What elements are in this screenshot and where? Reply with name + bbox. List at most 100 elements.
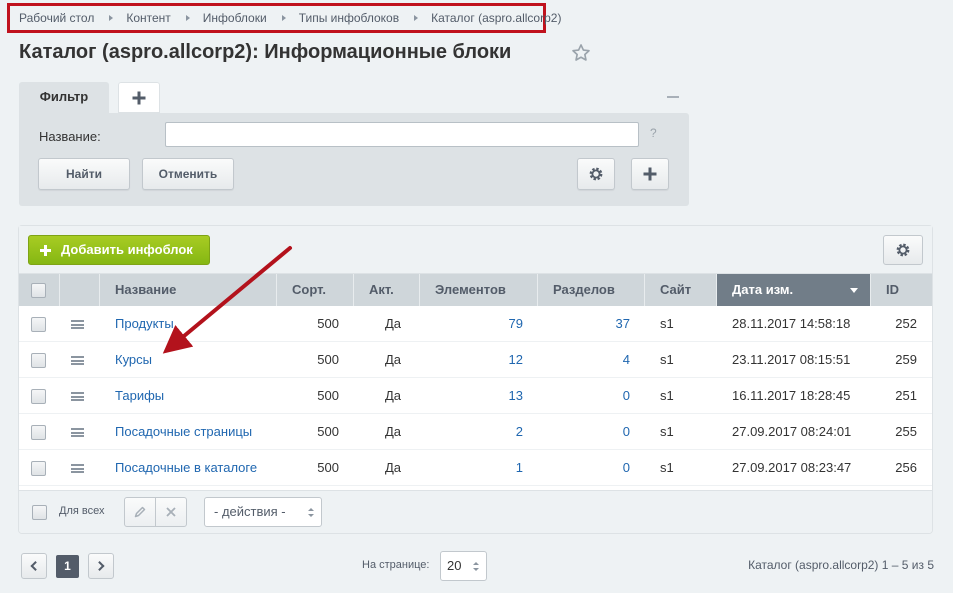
iblock-name-link[interactable]: Посадочные в каталоге bbox=[100, 450, 277, 486]
previous-page-button[interactable] bbox=[21, 553, 47, 579]
elements-count-link[interactable]: 12 bbox=[420, 342, 538, 378]
menu-icon[interactable] bbox=[71, 356, 84, 366]
sections-count-link[interactable]: 37 bbox=[538, 306, 645, 342]
menu-icon[interactable] bbox=[71, 464, 84, 474]
edit-button[interactable] bbox=[124, 497, 156, 527]
star-icon[interactable] bbox=[570, 42, 592, 64]
next-page-button[interactable] bbox=[88, 553, 114, 579]
column-header-id[interactable]: ID bbox=[871, 274, 932, 306]
table-row[interactable]: Продукты 500 Да 79 37 s1 28.11.2017 14:58:18 25… bbox=[19, 306, 932, 342]
table-row[interactable]: Курсы 500 Да 12 4 s1 23.11.2017 08:15:51 259 bbox=[19, 342, 932, 378]
column-header-site[interactable]: Сайт bbox=[645, 274, 717, 306]
per-page-select[interactable]: 20 bbox=[440, 551, 487, 581]
id-cell: 259 bbox=[895, 352, 917, 367]
menu-icon[interactable] bbox=[71, 392, 84, 402]
for-all-checkbox[interactable] bbox=[32, 505, 47, 520]
column-header-name[interactable]: Название bbox=[100, 274, 277, 306]
site-cell: s1 bbox=[660, 388, 674, 403]
row-select-cell bbox=[19, 306, 60, 342]
sort-cell: 500 bbox=[317, 388, 339, 403]
date-cell: 16.11.2017 18:28:45 bbox=[732, 388, 851, 403]
cancel-button[interactable]: Отменить bbox=[142, 158, 234, 190]
date-cell: 23.11.2017 08:15:51 bbox=[732, 352, 851, 367]
table-row[interactable]: Тарифы 500 Да 13 0 s1 16.11.2017 18:28:45 251 bbox=[19, 378, 932, 414]
filter-add-tab[interactable] bbox=[118, 82, 160, 113]
plus-icon bbox=[643, 167, 657, 181]
elements-count-link[interactable]: 2 bbox=[420, 414, 538, 450]
site-cell: s1 bbox=[660, 316, 674, 331]
select-all-checkbox[interactable] bbox=[31, 283, 46, 299]
filter-tab[interactable]: Фильтр bbox=[19, 82, 109, 113]
breadcrumb-item-catalog[interactable]: Каталог (aspro.allcorp2) bbox=[431, 11, 561, 25]
breadcrumb-separator-icon bbox=[281, 15, 286, 21]
row-checkbox[interactable] bbox=[31, 389, 46, 405]
row-menu-cell bbox=[60, 306, 100, 342]
page-title: Каталог (aspro.allcorp2): Информационные… bbox=[19, 41, 512, 63]
column-header-date[interactable]: Дата изм. bbox=[717, 274, 871, 306]
breadcrumb-item-iblocks[interactable]: Инфоблоки bbox=[203, 11, 267, 25]
sections-count-link[interactable]: 0 bbox=[538, 414, 645, 450]
menu-icon[interactable] bbox=[71, 428, 84, 438]
plus-icon bbox=[40, 245, 51, 256]
breadcrumb: Рабочий стол Контент Инфоблоки Типы инфо… bbox=[7, 3, 561, 33]
id-cell: 251 bbox=[895, 388, 917, 403]
filter-add-field-button[interactable] bbox=[631, 158, 669, 190]
grid-settings-button[interactable] bbox=[883, 235, 923, 265]
iblock-name-link[interactable]: Продукты bbox=[100, 306, 277, 342]
header-actions-cell bbox=[60, 274, 100, 306]
plus-icon bbox=[132, 91, 146, 104]
gear-icon bbox=[589, 167, 603, 181]
table-row[interactable]: Посадочные страницы 500 Да 2 0 s1 27.09.2017 0… bbox=[19, 414, 932, 450]
current-page[interactable]: 1 bbox=[56, 555, 79, 578]
pagination-summary: Каталог (aspro.allcorp2) 1 – 5 из 5 bbox=[748, 558, 934, 572]
breadcrumb-item-desktop[interactable]: Рабочий стол bbox=[19, 11, 94, 25]
sections-count-link[interactable]: 0 bbox=[538, 378, 645, 414]
menu-icon[interactable] bbox=[71, 320, 84, 330]
iblock-name-link[interactable]: Курсы bbox=[100, 342, 277, 378]
column-header-sort[interactable]: Сорт. bbox=[277, 274, 354, 306]
date-cell: 28.11.2017 14:58:18 bbox=[732, 316, 851, 331]
iblock-name-link[interactable]: Тарифы bbox=[100, 378, 277, 414]
pencil-icon bbox=[134, 506, 146, 518]
column-header-active[interactable]: Акт. bbox=[354, 274, 420, 306]
chevron-right-icon bbox=[94, 561, 105, 571]
iblock-name-link[interactable]: Посадочные страницы bbox=[100, 414, 277, 450]
sort-cell: 500 bbox=[317, 424, 339, 439]
find-button[interactable]: Найти bbox=[38, 158, 130, 190]
filter-settings-button[interactable] bbox=[577, 158, 615, 190]
sort-cell: 500 bbox=[317, 316, 339, 331]
column-header-elements[interactable]: Элементов bbox=[420, 274, 538, 306]
sort-cell: 500 bbox=[317, 460, 339, 475]
breadcrumb-item-iblock-types[interactable]: Типы инфоблоков bbox=[299, 11, 399, 25]
grid-toolbar: Добавить инфоблок bbox=[19, 226, 932, 274]
iblock-grid: Добавить инфоблок Название Сорт. Акт. Эл… bbox=[19, 226, 932, 533]
for-all-label: Для всех bbox=[59, 505, 105, 517]
delete-button[interactable] bbox=[155, 497, 187, 527]
select-arrows-icon bbox=[473, 562, 479, 571]
active-cell: Да bbox=[385, 352, 402, 367]
row-checkbox[interactable] bbox=[31, 461, 46, 477]
grid-footer: Для всех - действия - bbox=[19, 490, 932, 533]
sort-desc-icon bbox=[850, 288, 858, 293]
breadcrumb-item-content[interactable]: Контент bbox=[126, 11, 170, 25]
elements-count-link[interactable]: 1 bbox=[420, 450, 538, 486]
elements-count-link[interactable]: 79 bbox=[420, 306, 538, 342]
sections-count-link[interactable]: 4 bbox=[538, 342, 645, 378]
table-row[interactable]: Посадочные в каталоге 500 Да 1 0 s1 27.09.2017… bbox=[19, 450, 932, 486]
name-filter-input[interactable] bbox=[165, 122, 639, 147]
sections-count-link[interactable]: 0 bbox=[538, 450, 645, 486]
row-checkbox[interactable] bbox=[31, 353, 46, 369]
minimize-icon[interactable] bbox=[667, 96, 679, 98]
name-filter-label: Название: bbox=[39, 129, 101, 144]
actions-select[interactable]: - действия - bbox=[204, 497, 322, 527]
row-checkbox[interactable] bbox=[31, 425, 46, 441]
add-iblock-button[interactable]: Добавить инфоблок bbox=[28, 235, 210, 265]
per-page-label: На странице: bbox=[362, 559, 430, 571]
select-all-cell bbox=[19, 274, 60, 306]
column-header-sections[interactable]: Разделов bbox=[538, 274, 645, 306]
help-icon[interactable]: ? bbox=[650, 126, 657, 140]
row-checkbox[interactable] bbox=[31, 317, 46, 333]
add-iblock-label: Добавить инфоблок bbox=[61, 242, 193, 257]
elements-count-link[interactable]: 13 bbox=[420, 378, 538, 414]
active-cell: Да bbox=[385, 388, 402, 403]
